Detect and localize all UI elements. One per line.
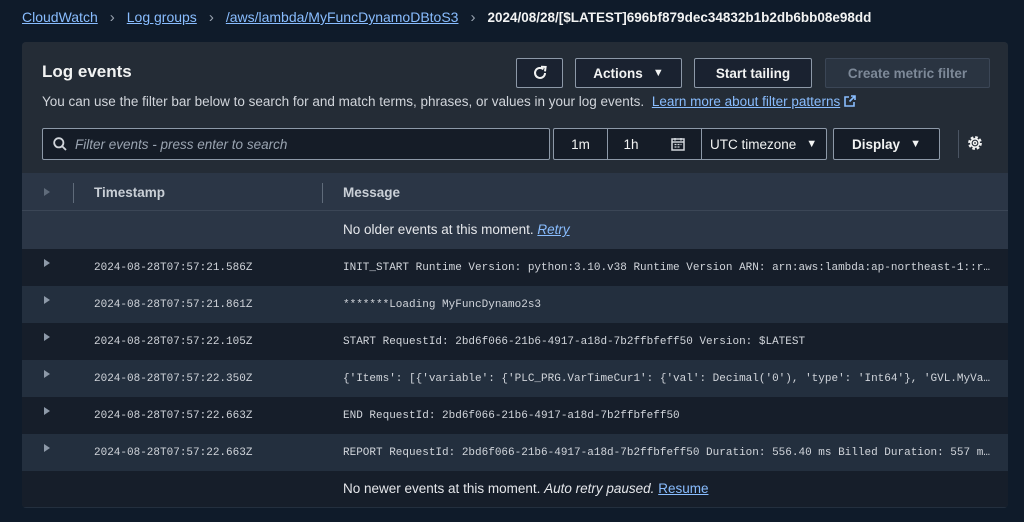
external-link-icon <box>844 95 857 107</box>
row-message: REPORT RequestId: 2bd6f066-21b6-4917-a18… <box>343 447 993 459</box>
breadcrumb-cloudwatch[interactable]: CloudWatch <box>22 9 98 25</box>
auto-retry-text: Auto retry paused. <box>544 481 655 496</box>
page-title: Log events <box>42 62 132 81</box>
row-timestamp: 2024-08-28T07:57:21.586Z <box>94 262 253 274</box>
panel-header: Log events Actions ▼ Start tailing Creat… <box>22 42 1008 173</box>
table-row[interactable]: 2024-08-28T07:57:22.663Z END RequestId: … <box>22 397 1008 434</box>
range-1h-button[interactable]: 1h <box>608 129 654 159</box>
time-range-selector: 1m 1h UTC timezone ▼ <box>553 128 827 160</box>
table-row[interactable]: 2024-08-28T07:57:22.105Z START RequestId… <box>22 323 1008 360</box>
display-label: Display <box>852 136 901 152</box>
older-events-notice: No older events at this moment. Retry <box>22 211 1008 249</box>
filter-bar: 1m 1h UTC timezone ▼ Display ▼ <box>42 128 982 160</box>
filter-events-input[interactable] <box>75 136 495 152</box>
log-events-table: Timestamp Message No older events at thi… <box>22 173 1008 507</box>
create-metric-filter-button[interactable]: Create metric filter <box>825 58 990 88</box>
table-row[interactable]: 2024-08-28T07:57:22.663Z REPORT RequestI… <box>22 434 1008 471</box>
search-box <box>42 128 550 160</box>
newer-events-text: No newer events at this moment. <box>343 481 541 496</box>
table-header: Timestamp Message <box>22 173 1008 211</box>
divider <box>958 130 959 158</box>
expand-row-icon[interactable] <box>44 370 50 378</box>
row-message: INIT_START Runtime Version: python:3.10.… <box>343 262 993 274</box>
retry-link[interactable]: Retry <box>537 222 569 237</box>
display-button[interactable]: Display ▼ <box>833 128 940 160</box>
refresh-button[interactable] <box>516 58 563 88</box>
row-message: END RequestId: 2bd6f066-21b6-4917-a18d-7… <box>343 410 680 422</box>
row-message: *******Loading MyFuncDynamo2s3 <box>343 299 542 311</box>
row-timestamp: 2024-08-28T07:57:22.350Z <box>94 373 253 385</box>
row-timestamp: 2024-08-28T07:57:21.861Z <box>94 299 253 311</box>
chevron-right-icon: › <box>208 8 214 26</box>
search-icon <box>53 137 67 151</box>
column-header-message[interactable]: Message <box>343 185 400 200</box>
table-row[interactable]: 2024-08-28T07:57:21.861Z *******Loading … <box>22 286 1008 323</box>
breadcrumb-log-groups[interactable]: Log groups <box>127 9 197 25</box>
expand-row-icon[interactable] <box>44 259 50 267</box>
custom-range-button[interactable] <box>654 129 702 159</box>
caret-down-icon: ▼ <box>806 138 818 150</box>
expand-row-icon[interactable] <box>44 296 50 304</box>
table-row[interactable]: 2024-08-28T07:57:21.586Z INIT_START Runt… <box>22 249 1008 286</box>
row-message: START RequestId: 2bd6f066-21b6-4917-a18d… <box>343 336 806 348</box>
range-1m-button[interactable]: 1m <box>554 129 608 159</box>
caret-down-icon: ▼ <box>910 138 921 150</box>
older-events-text: No older events at this moment. <box>343 222 534 237</box>
panel-description: You can use the filter bar below to sear… <box>42 94 857 109</box>
row-timestamp: 2024-08-28T07:57:22.663Z <box>94 410 253 422</box>
calendar-icon <box>670 138 685 151</box>
breadcrumb: CloudWatch › Log groups › /aws/lambda/My… <box>22 8 871 26</box>
chevron-right-icon: › <box>470 8 476 26</box>
newer-events-notice: No newer events at this moment. Auto ret… <box>22 471 1008 507</box>
gear-icon[interactable] <box>966 134 984 152</box>
breadcrumb-current: 2024/08/28/[$LATEST]696bf879dec34832b1b2… <box>487 9 872 25</box>
learn-more-link[interactable]: Learn more about filter patterns <box>652 94 857 109</box>
log-events-panel: Log events Actions ▼ Start tailing Creat… <box>22 42 1008 508</box>
column-header-timestamp[interactable]: Timestamp <box>94 185 165 200</box>
timezone-select[interactable]: UTC timezone ▼ <box>702 129 826 159</box>
row-message: {'Items': [{'variable': {'PLC_PRG.VarTim… <box>343 373 993 385</box>
breadcrumb-log-group[interactable]: /aws/lambda/MyFuncDynamoDBtoS3 <box>226 9 459 25</box>
table-row[interactable]: 2024-08-28T07:57:22.350Z {'Items': [{'va… <box>22 360 1008 397</box>
caret-down-icon: ▼ <box>652 67 664 79</box>
row-timestamp: 2024-08-28T07:57:22.105Z <box>94 336 253 348</box>
expand-row-icon[interactable] <box>44 444 50 452</box>
expand-row-icon[interactable] <box>44 333 50 341</box>
row-timestamp: 2024-08-28T07:57:22.663Z <box>94 447 253 459</box>
column-divider <box>322 183 323 203</box>
chevron-right-icon: › <box>109 8 115 26</box>
column-divider <box>73 183 74 203</box>
timezone-label: UTC timezone <box>710 136 797 152</box>
expand-row-icon[interactable] <box>44 407 50 415</box>
expand-all-icon[interactable] <box>44 188 50 196</box>
actions-button[interactable]: Actions ▼ <box>575 58 682 88</box>
actions-label: Actions <box>593 65 643 81</box>
resume-link[interactable]: Resume <box>658 481 708 496</box>
description-text: You can use the filter bar below to sear… <box>42 94 645 109</box>
refresh-icon <box>533 65 547 79</box>
start-tailing-button[interactable]: Start tailing <box>694 58 812 88</box>
